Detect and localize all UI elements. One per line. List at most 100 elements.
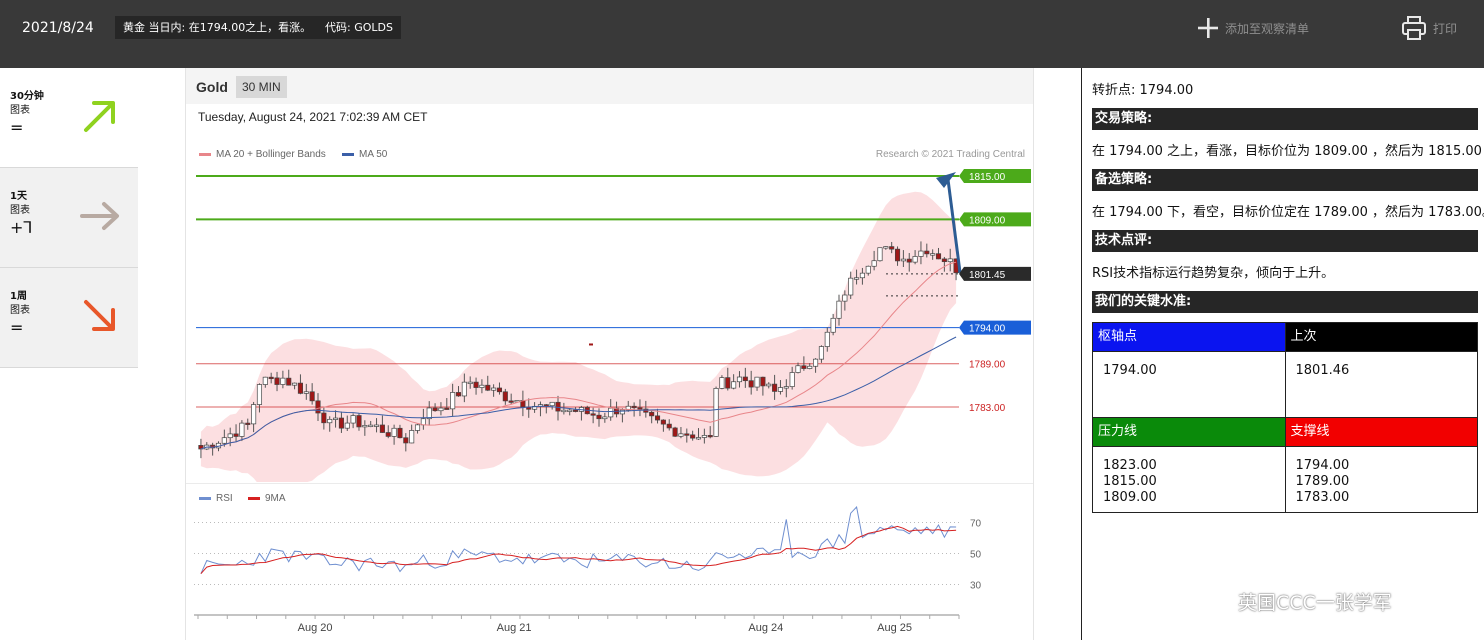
candle-body — [889, 246, 895, 250]
price-tag-text: 1783.00 — [969, 403, 1006, 414]
candle-body — [865, 265, 871, 274]
candle-body — [344, 422, 350, 429]
legend-label: MA 20 + Bollinger Bands — [216, 149, 326, 160]
watermark-text: 英国CCC一张学军 — [1238, 592, 1392, 614]
add-to-watchlist-button[interactable]: 添加至观察清单 — [1197, 14, 1309, 42]
legend-swatch — [199, 153, 211, 156]
legend-ma20: MA 20 + Bollinger Bands — [199, 149, 326, 160]
candle-body — [731, 381, 737, 389]
price-tag-1789.00: 1789.00 — [969, 360, 1006, 371]
candle-body — [871, 260, 877, 267]
candle-body — [783, 386, 789, 389]
pivot-header: 枢轴点 — [1092, 322, 1286, 352]
price-tag-1794.00: 1794.00 — [959, 320, 1031, 335]
arrow-right-icon — [80, 202, 119, 230]
candle-body — [221, 437, 227, 444]
candle-body — [772, 383, 778, 392]
rsi-line — [200, 506, 957, 574]
candle-body — [256, 384, 263, 405]
candle-body — [941, 258, 947, 263]
plus-icon — [1198, 18, 1218, 38]
resistance-header: 压力线 — [1092, 417, 1286, 447]
candle-body — [432, 407, 438, 412]
candle-body — [455, 392, 462, 397]
price-tag-text: 1815.00 — [969, 172, 1006, 183]
candle-body — [227, 433, 233, 439]
support-values: 1794.00 1789.00 1783.00 — [1284, 446, 1478, 513]
price-tag-1801.45: 1801.45 — [959, 266, 1031, 281]
candle-body — [368, 424, 374, 427]
candle-body — [245, 422, 251, 425]
chart-header: Gold 30 MIN — [186, 68, 1033, 104]
legend-9ma: 9MA — [248, 493, 286, 504]
resistance-values: 1823.00 1815.00 1809.00 — [1092, 446, 1286, 513]
candle-body — [795, 365, 801, 373]
candle-body — [684, 433, 690, 436]
timeframe-card-1week[interactable]: 1周 图表 = — [0, 268, 138, 368]
candle-body — [918, 250, 924, 257]
x-tick-label: Aug 20 — [298, 622, 333, 634]
chart-credit: Research © 2021 Trading Central — [875, 149, 1025, 160]
timeframe-subtitle: 图表 — [10, 105, 30, 116]
candle-body — [660, 419, 666, 425]
candle-body — [391, 427, 397, 437]
candle-body — [836, 300, 842, 319]
candle-body — [690, 434, 696, 439]
chart-panel: Gold 30 MIN Tuesday, August 24, 2021 7:0… — [185, 68, 1034, 640]
candle-body — [935, 253, 942, 260]
candle-body — [736, 376, 743, 383]
timeframe-card-1day[interactable]: 1天 图表 +⅂ — [0, 168, 138, 268]
candle-body — [444, 407, 450, 410]
candle-body — [707, 435, 713, 438]
candle-body — [338, 417, 344, 429]
candle-body — [555, 401, 561, 412]
candle-body — [678, 433, 684, 437]
candle-body — [742, 376, 748, 382]
key-levels-table: 枢轴点 上次 1794.00 1801.46 压力线 支撑线 1823.00 1… — [1092, 322, 1478, 513]
x-tick-label: Aug 25 — [877, 622, 912, 634]
candle-body — [315, 400, 321, 414]
tech-comment-text: RSI技术指标运行趋势复杂，倾向于上升。 — [1092, 266, 1335, 281]
candle-body — [485, 384, 491, 391]
candle-body — [292, 382, 298, 386]
candle-body — [286, 377, 292, 386]
strategy-heading: 交易策略: — [1092, 108, 1478, 130]
candle-body — [695, 437, 702, 440]
candle-body — [409, 430, 415, 444]
key-levels-heading: 我们的关键水准: — [1092, 291, 1478, 313]
candle-body — [309, 391, 315, 402]
support-header: 支撑线 — [1284, 417, 1478, 447]
candle-body — [350, 415, 356, 424]
print-button[interactable]: 打印 — [1401, 14, 1457, 42]
candle-body — [649, 411, 655, 417]
candle-body — [859, 272, 865, 279]
candle-body — [883, 246, 889, 249]
report-date: 2021/8/24 — [22, 20, 94, 36]
timeframe-tab[interactable]: 30 MIN — [236, 76, 287, 98]
support-value: 1794.00 — [1295, 458, 1350, 473]
candle-body — [327, 418, 333, 424]
candle-body — [912, 256, 918, 263]
candle-body — [748, 380, 754, 388]
legend-swatch — [342, 153, 354, 156]
candle-body — [848, 277, 854, 296]
legend-label: RSI — [216, 493, 233, 504]
candle-body — [830, 317, 836, 333]
candle-body — [713, 388, 719, 437]
add-to-watchlist-label: 添加至观察清单 — [1225, 21, 1310, 36]
candle-body — [842, 294, 848, 302]
candle-body — [824, 331, 830, 347]
chart-divider — [186, 483, 1033, 484]
rsi-level-label: 30 — [970, 581, 982, 592]
candle-body — [818, 346, 824, 360]
candle-body — [321, 412, 327, 424]
legend-swatch — [199, 497, 211, 500]
timeframe-card-30min[interactable]: 30分钟 图表 = — [0, 68, 138, 168]
candle-body — [496, 387, 503, 393]
candle-body — [590, 413, 596, 416]
candle-body — [854, 277, 860, 280]
candle-body — [631, 405, 637, 409]
price-tag-text: 1801.45 — [969, 270, 1006, 281]
arrow-up-right-icon — [84, 101, 115, 132]
candle-body — [450, 392, 456, 410]
